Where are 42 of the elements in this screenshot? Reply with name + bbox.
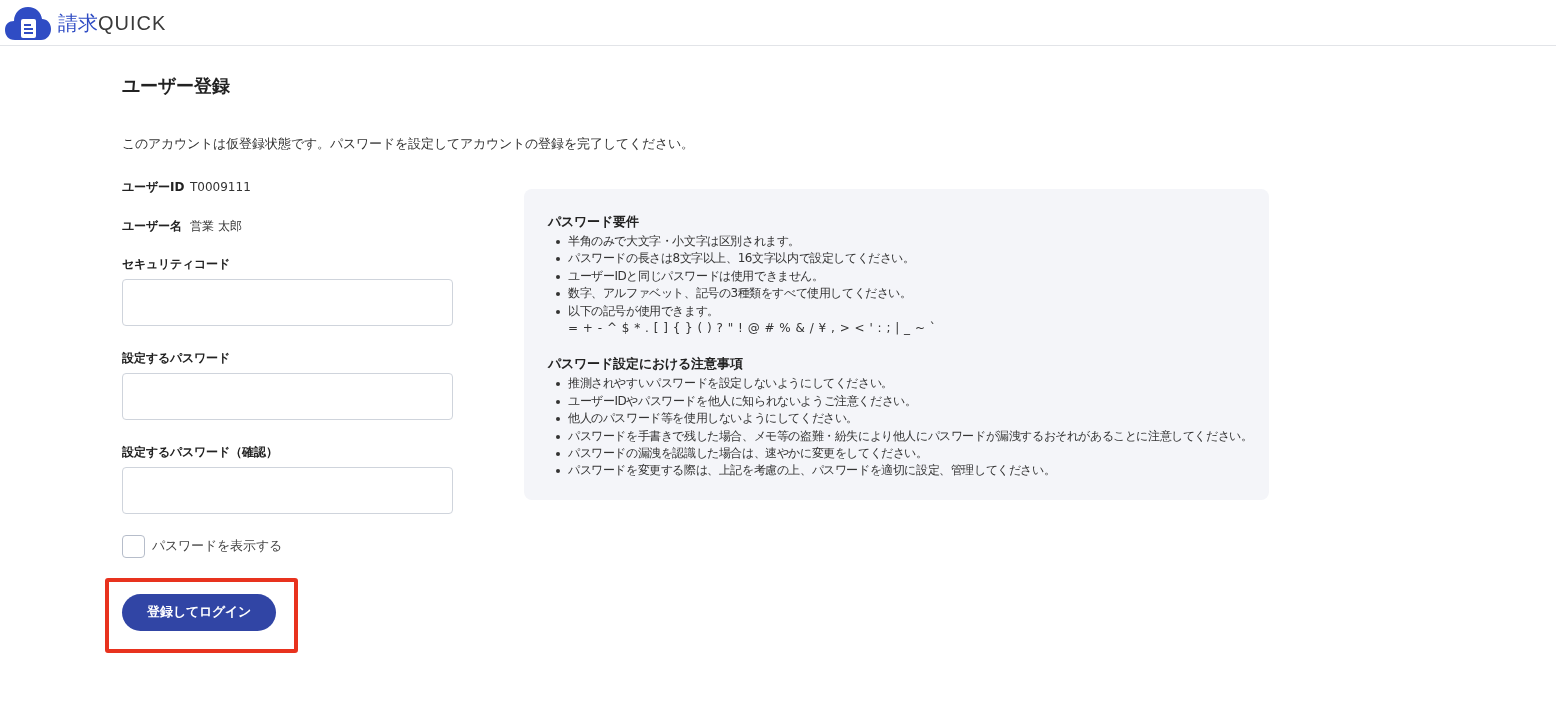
bullet-icon [556, 257, 560, 262]
input-field[interactable] [122, 279, 453, 326]
bullet-icon [556, 274, 560, 279]
field-label: 設定するパスワード（確認） [122, 444, 278, 461]
field-label: セキュリティコード [122, 256, 230, 273]
bullet-icon [556, 434, 560, 439]
section-title: パスワード要件 [548, 213, 639, 231]
list-item-text: 他人のパスワード等を使用しないようにしてください。 [568, 410, 858, 428]
bullet-icon [556, 240, 560, 244]
list-item-text: ユーザーIDと同じパスワードは使用できません。 [568, 267, 824, 285]
bullet-icon [556, 399, 560, 404]
description-text: このアカウントは仮登録状態です。パスワードを設定してアカウントの登録を完了してください。 [122, 135, 694, 153]
bullet-icon [556, 417, 560, 422]
field-label: 設定するパスワード [122, 350, 230, 367]
list-item-text: 半角のみで大文字・小文字は区別されます。 [568, 233, 800, 250]
info-value: T0009111 [190, 180, 251, 194]
checkbox[interactable] [122, 535, 145, 558]
info-value: 営業 太郎 [190, 217, 242, 235]
input-field[interactable] [122, 467, 453, 514]
info-label: ユーザーID [122, 178, 186, 196]
page-title: ユーザー登録 [122, 75, 230, 97]
list-item-text: パスワードを変更する際は、上記を考慮の上、パスワードを適切に設定、管理してください。 [568, 462, 1056, 480]
list-item-text: パスワードを手書きで残した場合、メモ等の盗難・紛失により他人にパスワードが漏洩するおそれがあることに注意してください。 [568, 427, 1253, 445]
bullet-icon [556, 469, 560, 474]
list-item-text: ユーザーIDやパスワードを他人に知られないようご注意ください。 [568, 392, 917, 410]
list-item-text: 数字、アルファベット、記号の3種類をすべて使用してください。 [568, 285, 912, 303]
bullet-icon [556, 292, 560, 297]
register-login-button[interactable]: 登録してログイン [122, 594, 276, 631]
logo-text: 請求QUICK [58, 10, 167, 35]
list-item-text: 以下の記号が使用できます。 [568, 302, 719, 320]
bullet-icon [556, 382, 560, 387]
list-item-text: 推測されやすいパスワードを設定しないようにしてください。 [568, 375, 893, 393]
list-item-text: パスワードの漏洩を認識した場合は、速やかに変更をしてください。 [568, 445, 928, 463]
symbols-text: = + - ^ $ * . [ ] { } ( ) ? " ! @ # % & / ¥ , > < ' : ; | _ ~ ` [568, 320, 937, 338]
bullet-icon [556, 309, 560, 314]
bullet-icon [556, 452, 560, 457]
checkbox-label[interactable]: パスワードを表示する [152, 538, 282, 555]
section-title: パスワード設定における注意事項 [548, 355, 743, 374]
cloud-document-icon [5, 5, 51, 40]
list-item-text: パスワードの長さは8文字以上、16文字以内で設定してください。 [568, 250, 915, 268]
input-field[interactable] [122, 373, 453, 420]
info-label: ユーザー名 [122, 217, 183, 235]
